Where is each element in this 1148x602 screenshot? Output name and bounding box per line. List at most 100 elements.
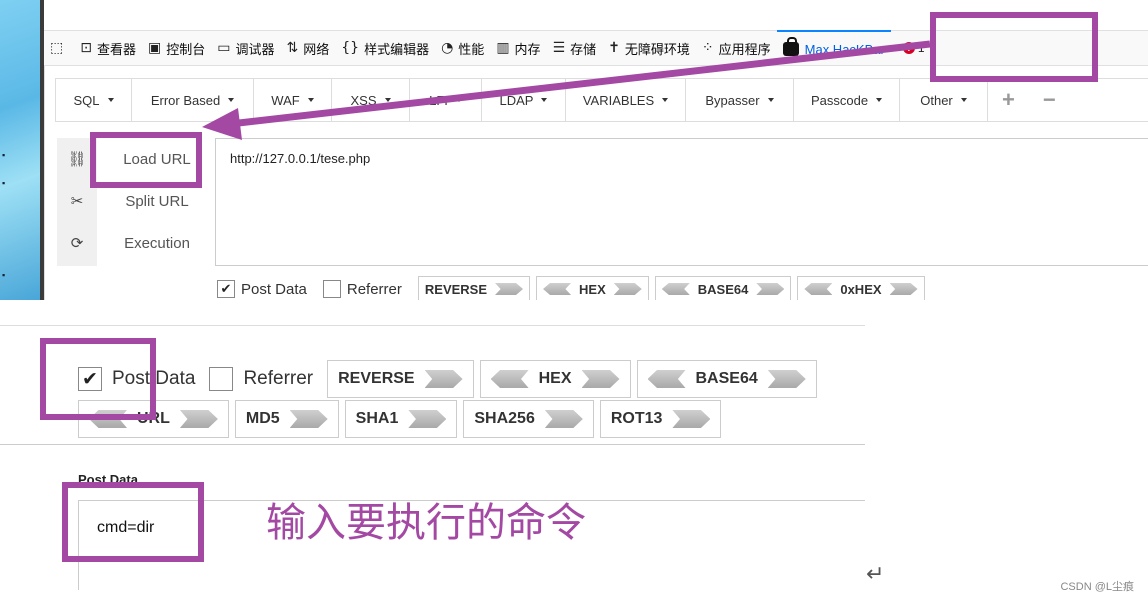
menu-label: Bypasser bbox=[705, 92, 760, 108]
base64-button[interactable]: BASE64 bbox=[654, 276, 792, 300]
desktop-background: ▪ ▪ ▪ bbox=[0, 0, 40, 300]
button-label: SHA256 bbox=[474, 410, 535, 427]
tab-inspector[interactable]: ⊡ 查看器 bbox=[74, 30, 142, 66]
menu-lfi[interactable]: LFI bbox=[410, 78, 482, 122]
button-label: 0xHEX bbox=[840, 281, 882, 297]
arrow-right-icon bbox=[889, 283, 918, 295]
tab-performance[interactable]: ◔ 性能 bbox=[435, 30, 490, 66]
tab-application[interactable]: ⁘ 应用程序 bbox=[696, 30, 777, 66]
caret-down-icon bbox=[228, 98, 235, 102]
sha256-button-zoomed[interactable]: SHA256 bbox=[463, 400, 594, 438]
menu-variables[interactable]: VARIABLES bbox=[566, 78, 686, 122]
hackbar-lock-icon bbox=[782, 37, 799, 56]
caret-down-icon bbox=[541, 98, 548, 102]
blank-area bbox=[865, 300, 1148, 602]
accessibility-icon: ✝ bbox=[608, 40, 620, 56]
highlight-box-hackbar-tab bbox=[930, 12, 1098, 82]
button-label: HEX bbox=[538, 370, 572, 387]
menu-sql[interactable]: SQL bbox=[56, 78, 132, 122]
arrow-left-icon bbox=[647, 370, 686, 388]
network-icon: ⇅ bbox=[286, 40, 299, 56]
hex-button[interactable]: HEX bbox=[536, 276, 649, 300]
0xhex-button[interactable]: 0xHEX bbox=[797, 276, 925, 300]
hex-button-zoomed[interactable]: HEX bbox=[479, 360, 631, 398]
highlight-box-cmd bbox=[62, 482, 204, 562]
reverse-button-zoomed[interactable]: REVERSE bbox=[327, 360, 474, 398]
plus-icon[interactable]: + bbox=[988, 87, 1029, 113]
tab-console[interactable]: ▣ 控制台 bbox=[142, 30, 211, 66]
button-label: ROT13 bbox=[610, 410, 663, 427]
button-label: HEX bbox=[579, 281, 606, 297]
caret-down-icon bbox=[876, 98, 883, 102]
tab-network[interactable]: ⇅ 网络 bbox=[280, 30, 335, 66]
hackbar-panel: SQL Error Based WAF XSS LFI LDAP VARIABL… bbox=[44, 66, 1148, 300]
tab-label: 网络 bbox=[303, 41, 330, 57]
menu-other[interactable]: Other bbox=[900, 78, 988, 122]
post-data-checkbox[interactable]: ✔ bbox=[217, 280, 235, 298]
error-count-badge[interactable]: ! 1 bbox=[902, 41, 925, 55]
arrow-right-icon bbox=[672, 410, 711, 428]
tab-label: 查看器 bbox=[96, 41, 136, 57]
arrow-left-icon bbox=[490, 370, 529, 388]
menu-label: SQL bbox=[73, 92, 100, 108]
menu-waf[interactable]: WAF bbox=[254, 78, 332, 122]
menu-label: Passcode bbox=[810, 92, 869, 108]
tab-storage[interactable]: ☰ 存储 bbox=[547, 30, 603, 66]
tab-memory[interactable]: ▥ 内存 bbox=[490, 30, 546, 66]
referrer-checkbox-zoomed[interactable] bbox=[209, 367, 234, 391]
memory-icon: ▥ bbox=[496, 40, 510, 56]
reverse-button[interactable]: REVERSE bbox=[417, 276, 531, 300]
md5-button-zoomed[interactable]: MD5 bbox=[234, 400, 339, 438]
caret-down-icon bbox=[307, 98, 314, 102]
menu-label: Other bbox=[920, 92, 953, 108]
arrow-right-icon bbox=[408, 410, 447, 428]
refresh-icon[interactable]: ⟳ bbox=[57, 222, 97, 264]
arrow-right-icon bbox=[767, 370, 806, 388]
caret-down-icon bbox=[384, 98, 391, 102]
options-row-small: ✔ Post Data Referrer REVERSE HEX BASE64 … bbox=[217, 276, 925, 300]
menu-error-based[interactable]: Error Based bbox=[132, 78, 254, 122]
element-picker-button[interactable]: ⬚ bbox=[44, 30, 74, 66]
sha1-button-zoomed[interactable]: SHA1 bbox=[344, 400, 458, 438]
minus-icon[interactable]: − bbox=[1029, 87, 1070, 113]
arrow-right-icon bbox=[289, 410, 328, 428]
style-editor-icon: {} bbox=[341, 40, 360, 56]
button-label: REVERSE bbox=[424, 281, 488, 297]
arrow-right-icon bbox=[179, 410, 218, 428]
referrer-checkbox[interactable] bbox=[322, 280, 341, 298]
menu-passcode[interactable]: Passcode bbox=[794, 78, 900, 122]
menu-xss[interactable]: XSS bbox=[332, 78, 410, 122]
tab-max-hackbar[interactable]: Max HacKBar bbox=[776, 30, 891, 66]
highlight-box-load-url bbox=[90, 132, 202, 188]
arrow-right-icon bbox=[581, 370, 620, 388]
tab-label: 无障碍环境 bbox=[624, 41, 690, 57]
base64-button-zoomed[interactable]: BASE64 bbox=[636, 360, 817, 398]
execution-button[interactable]: Execution bbox=[99, 222, 215, 264]
hackbar-menu-row: SQL Error Based WAF XSS LFI LDAP VARIABL… bbox=[55, 78, 1148, 122]
options-row-zoomed: ✔ Post Data Referrer REVERSE HEX BASE64 bbox=[78, 360, 817, 398]
button-label: BASE64 bbox=[695, 370, 758, 387]
divider bbox=[0, 325, 865, 326]
tab-label: 内存 bbox=[514, 41, 541, 57]
menu-ldap[interactable]: LDAP bbox=[482, 78, 566, 122]
tab-label: Max HacKBar bbox=[804, 41, 885, 57]
menu-label: XSS bbox=[350, 92, 377, 108]
error-icon: ! bbox=[902, 42, 915, 54]
rot13-button-zoomed[interactable]: ROT13 bbox=[599, 400, 722, 438]
tab-style-editor[interactable]: {} 样式编辑器 bbox=[335, 30, 435, 66]
tab-accessibility[interactable]: ✝ 无障碍环境 bbox=[602, 30, 696, 66]
tab-debugger[interactable]: ▭ 调试器 bbox=[211, 30, 280, 66]
encoders-row-zoomed: URL MD5 SHA1 SHA256 ROT13 bbox=[78, 400, 722, 438]
arrow-left-icon bbox=[661, 283, 690, 295]
menu-bypasser[interactable]: Bypasser bbox=[686, 78, 794, 122]
tab-label: 性能 bbox=[458, 41, 485, 57]
return-icon: ↵ bbox=[866, 562, 885, 587]
referrer-label: Referrer bbox=[346, 280, 402, 298]
arrow-right-icon bbox=[424, 370, 463, 388]
watermark: CSDN @L尘痕 bbox=[1060, 581, 1134, 593]
arrow-left-icon bbox=[804, 283, 833, 295]
url-input[interactable]: http://127.0.0.1/tese.php bbox=[215, 138, 1148, 266]
arrow-left-icon bbox=[543, 283, 572, 295]
annotation-text: 输入要执行的命令 bbox=[266, 500, 586, 546]
menu-label: Error Based bbox=[150, 92, 221, 108]
